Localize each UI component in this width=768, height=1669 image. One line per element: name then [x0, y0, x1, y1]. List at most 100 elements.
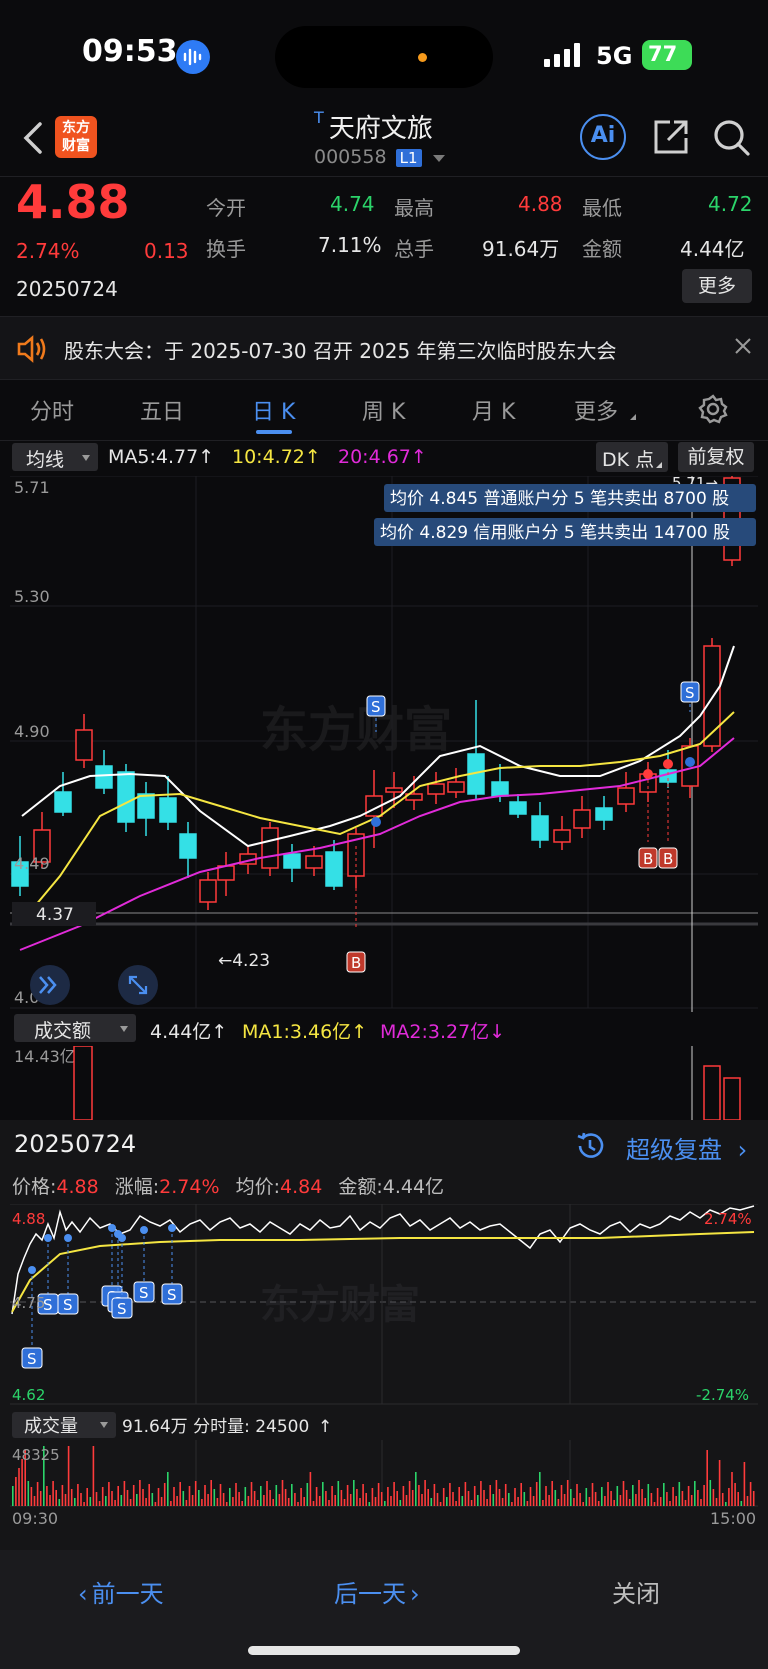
- home-indicator: [248, 1646, 520, 1655]
- volume-bar: [551, 1481, 553, 1506]
- volume-bar: [139, 1480, 141, 1506]
- settings-gear-icon[interactable]: [698, 394, 728, 430]
- trade-dot: [685, 757, 695, 767]
- volume-bar: [517, 1497, 519, 1506]
- candle-body: [447, 781, 465, 793]
- candle-body: [199, 879, 217, 903]
- trade-note-1: 均价 4.845 普通账户分 5 笔共卖出 8700 股: [390, 489, 729, 509]
- volume-bar: [210, 1480, 212, 1506]
- volume-bar: [300, 1488, 302, 1506]
- chevron-left-icon: ‹: [78, 1580, 88, 1608]
- b-marker: B: [351, 954, 361, 972]
- volume-bar: [415, 1472, 417, 1506]
- last-price: 4.88: [16, 175, 130, 229]
- open-value: 4.74: [330, 192, 375, 216]
- volume-chart[interactable]: 14.43亿: [0, 1046, 768, 1120]
- volume-bar: [312, 1501, 315, 1506]
- t-tag: T: [314, 108, 324, 127]
- notice-bar[interactable]: 股东大会：于 2025-07-30 召开 2025 年第三次临时股东大会: [0, 316, 768, 380]
- next-day-button[interactable]: 后一天 ›: [334, 1574, 420, 1609]
- candle-body: [137, 793, 155, 819]
- volume-bar: [58, 1499, 61, 1506]
- volume-bar: [576, 1484, 578, 1506]
- volume-bar: [616, 1486, 619, 1506]
- tab-more[interactable]: 更多: [574, 394, 618, 426]
- intraday-grid: [10, 1204, 758, 1507]
- volume-bar: [170, 1501, 172, 1506]
- kline-chart[interactable]: 东方财富 SSBB B 5.71 5.30 4.90 4.49 4.08 4.37…: [0, 476, 768, 1012]
- volume-bar: [185, 1500, 188, 1506]
- close-button[interactable]: 关闭: [612, 1574, 660, 1609]
- volume-selector[interactable]: 成交额: [14, 1014, 136, 1042]
- share-icon[interactable]: [652, 118, 690, 160]
- volume-bar: [21, 1459, 23, 1506]
- ai-button[interactable]: Ai: [580, 114, 626, 160]
- volume-bar: [635, 1494, 637, 1506]
- volume-bar: [442, 1488, 445, 1506]
- volume-bar: [77, 1484, 79, 1506]
- battery-level: 77: [648, 42, 678, 66]
- volume-bar: [483, 1490, 485, 1506]
- intraday-vol-top: 48325: [12, 1446, 60, 1464]
- volume-bar: [672, 1487, 674, 1506]
- prev-day-button[interactable]: ‹ 前一天: [78, 1574, 164, 1609]
- volume-bar: [480, 1481, 482, 1506]
- stock-code-row[interactable]: 000558 L1: [314, 146, 445, 168]
- tab-5day[interactable]: 五日: [140, 394, 184, 426]
- tab-daily-k[interactable]: 日 K: [252, 394, 295, 426]
- tab-monthly-k[interactable]: 月 K: [472, 394, 515, 426]
- volume-bar: [591, 1483, 594, 1506]
- volume-bar: [542, 1500, 544, 1506]
- volume-bar: [154, 1502, 157, 1506]
- period-tabs: 分时 五日 日 K 周 K 月 K 更多: [0, 380, 768, 440]
- adjust-button[interactable]: 前复权: [678, 442, 754, 472]
- candle-body: [117, 771, 135, 823]
- tab-intraday[interactable]: 分时: [30, 394, 74, 426]
- volume-bar: [721, 1493, 724, 1506]
- volume-bar: [712, 1489, 715, 1506]
- volume-bar: [201, 1499, 203, 1506]
- change-percent: 2.74%: [16, 239, 80, 263]
- intraday-chart[interactable]: 东方财富 SSSSSSSS 4.88 4.75 4.62 2.74% -2.74…: [0, 1204, 768, 1530]
- volume-bar: [151, 1493, 154, 1506]
- volume-bar: [604, 1496, 606, 1506]
- search-icon[interactable]: [712, 118, 752, 162]
- tab-underline: [256, 430, 292, 434]
- fullscreen-icon[interactable]: [118, 965, 158, 1005]
- volume-bar: [163, 1483, 166, 1506]
- volume-bar: [749, 1482, 752, 1506]
- close-notice-icon[interactable]: [734, 337, 752, 359]
- open-label: 今开: [206, 196, 246, 220]
- amount-value: 4.44亿: [680, 237, 745, 261]
- volume-bar: [374, 1497, 377, 1506]
- dk-corner-icon: [656, 462, 662, 468]
- volume-bar: [690, 1495, 693, 1506]
- volume-bar: [520, 1483, 522, 1506]
- volume-bar: [607, 1482, 609, 1506]
- more-button[interactable]: 更多: [682, 269, 752, 303]
- volume-bar: [650, 1493, 653, 1506]
- volume-bar: [70, 1489, 73, 1506]
- chg-stat-label: 涨幅:: [114, 1176, 160, 1198]
- ma20-line: [19, 737, 735, 951]
- tab-weekly-k[interactable]: 周 K: [362, 394, 405, 426]
- intraday-y-mid: 4.75: [12, 1294, 45, 1312]
- ma10-value: 10:4.72↑: [232, 446, 321, 468]
- status-time: 09:53: [82, 34, 178, 69]
- ma-selector[interactable]: 均线: [12, 443, 98, 471]
- back-icon[interactable]: [20, 118, 46, 162]
- volume-bar: [709, 1480, 712, 1506]
- volume-value: 91.64万: [482, 237, 560, 261]
- volume-bar: [511, 1502, 513, 1506]
- volume-bar: [573, 1498, 575, 1506]
- volume-bar: [160, 1497, 163, 1506]
- super-replay-link[interactable]: 超级复盘 ›: [626, 1130, 747, 1165]
- collapse-panel-icon[interactable]: [30, 965, 70, 1005]
- dk-point-button[interactable]: DK 点: [596, 442, 668, 472]
- candle-body: [595, 807, 613, 821]
- ma10-text: 10:4.72: [232, 446, 305, 468]
- volume-bar: [486, 1499, 488, 1506]
- history-icon[interactable]: [574, 1130, 606, 1166]
- volume-bar: [55, 1490, 57, 1506]
- volume-bar: [523, 1492, 526, 1506]
